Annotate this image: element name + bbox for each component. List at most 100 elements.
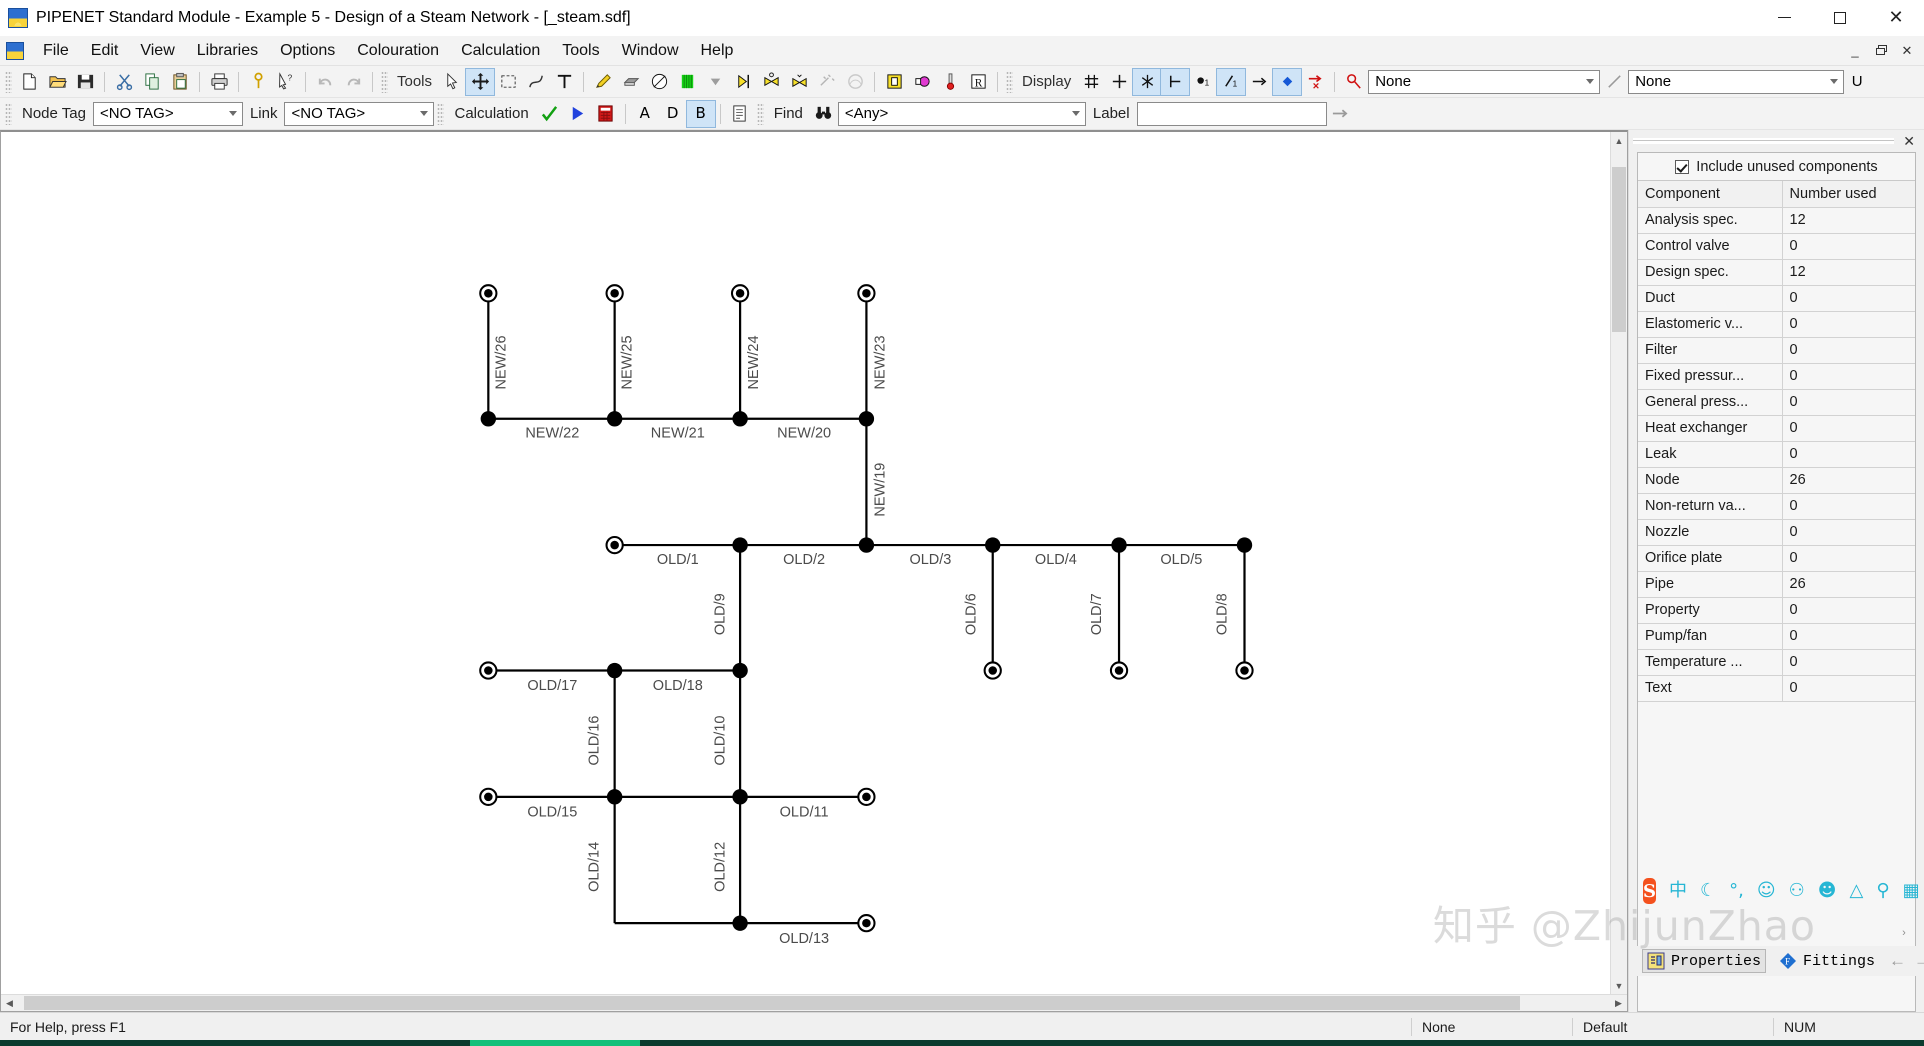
terminal-node[interactable] bbox=[605, 284, 624, 303]
mdi-restore-button[interactable] bbox=[1868, 40, 1894, 62]
table-row[interactable]: Fixed pressur... 0 bbox=[1638, 363, 1915, 390]
mode-a-button[interactable]: A bbox=[631, 101, 659, 127]
orifice-plate-icon[interactable] bbox=[841, 69, 869, 95]
pipe-label[interactable]: NEW/26 bbox=[493, 335, 509, 389]
table-row[interactable]: Property 0 bbox=[1638, 597, 1915, 624]
display-group-grip[interactable] bbox=[1006, 70, 1014, 93]
print-icon[interactable] bbox=[205, 69, 233, 95]
vertical-scroll-track[interactable] bbox=[1611, 149, 1627, 977]
apps-grid-icon[interactable]: ▦ bbox=[1903, 882, 1920, 900]
terminal-node[interactable] bbox=[1109, 661, 1129, 680]
terminal-node[interactable] bbox=[605, 535, 624, 555]
terminal-node[interactable] bbox=[983, 661, 1002, 680]
table-row[interactable]: General press... 0 bbox=[1638, 389, 1915, 416]
menu-item-tools[interactable]: Tools bbox=[551, 39, 610, 63]
marquee-select-icon[interactable] bbox=[494, 69, 522, 95]
node-tag-group-grip[interactable] bbox=[5, 102, 12, 125]
link-select[interactable]: <NO TAG> bbox=[284, 101, 435, 126]
heat-exchanger-icon[interactable] bbox=[673, 69, 701, 95]
menu-item-file[interactable]: File bbox=[32, 39, 80, 63]
chinese-mode-icon[interactable]: 中 bbox=[1669, 882, 1687, 900]
menu-item-libraries[interactable]: Libraries bbox=[186, 39, 269, 63]
move-cross-icon[interactable] bbox=[465, 67, 496, 96]
pipe-label[interactable]: OLD/16 bbox=[586, 716, 602, 766]
tab-fittings[interactable]: F Fittings bbox=[1775, 950, 1879, 972]
minimize-button[interactable] bbox=[1756, 0, 1812, 36]
save-disk-icon[interactable] bbox=[71, 69, 99, 95]
table-row[interactable]: Text 0 bbox=[1638, 675, 1915, 702]
maximize-button[interactable] bbox=[1812, 0, 1868, 36]
horizontal-scroll-track[interactable] bbox=[18, 995, 1610, 1011]
line-colouration-select[interactable]: None bbox=[1628, 69, 1845, 94]
pipe-label[interactable]: OLD/13 bbox=[779, 931, 829, 947]
table-row[interactable]: Design spec. 12 bbox=[1638, 259, 1915, 286]
check-mark-icon[interactable] bbox=[536, 101, 564, 127]
pipe-number-icon[interactable]: 1 bbox=[1216, 67, 1247, 96]
label-input[interactable] bbox=[1136, 101, 1327, 126]
colouration-select[interactable]: None bbox=[1368, 69, 1601, 94]
table-row[interactable]: Filter 0 bbox=[1638, 337, 1915, 364]
new-document-icon[interactable] bbox=[15, 69, 43, 95]
non-return-valve-icon[interactable] bbox=[729, 69, 757, 95]
calculation-group-grip[interactable] bbox=[437, 102, 445, 125]
mode-d-button[interactable]: D bbox=[659, 101, 687, 127]
table-row[interactable]: Non-return va... 0 bbox=[1638, 493, 1915, 520]
dock-scroll-hint[interactable]: › bbox=[1892, 926, 1916, 940]
column-header-component[interactable]: Component bbox=[1638, 181, 1783, 208]
control-valve-icon[interactable] bbox=[757, 69, 785, 95]
copy-icon[interactable] bbox=[138, 69, 166, 95]
menu-item-calculation[interactable]: Calculation bbox=[450, 39, 551, 63]
blue-diamond-icon[interactable] bbox=[1272, 67, 1303, 96]
node-tag-select[interactable]: <NO TAG> bbox=[92, 101, 243, 126]
tools-group-grip[interactable] bbox=[381, 70, 388, 93]
pipe-label[interactable]: OLD/6 bbox=[964, 593, 980, 635]
pipe-label[interactable]: OLD/5 bbox=[1160, 552, 1202, 568]
pipe-label[interactable]: NEW/19 bbox=[872, 463, 888, 517]
snap-icon[interactable] bbox=[1132, 67, 1163, 96]
polyline-icon[interactable] bbox=[522, 69, 550, 95]
underline-button[interactable]: U bbox=[1844, 73, 1870, 90]
scroll-down-arrow-icon[interactable]: ▼ bbox=[1611, 977, 1627, 994]
pipe-pencil-icon[interactable] bbox=[589, 69, 617, 95]
pipe-label[interactable]: OLD/8 bbox=[1215, 593, 1231, 635]
pipe-label[interactable]: OLD/12 bbox=[713, 842, 729, 892]
mode-b-button[interactable]: B bbox=[685, 99, 716, 128]
dock-drag-grip[interactable] bbox=[1633, 138, 1895, 144]
grid-icon[interactable] bbox=[1077, 69, 1105, 95]
table-row[interactable]: Duct 0 bbox=[1638, 285, 1915, 312]
pipe-label[interactable]: OLD/7 bbox=[1089, 593, 1105, 635]
table-row[interactable]: Temperature ... 0 bbox=[1638, 649, 1915, 676]
junction-node[interactable] bbox=[985, 537, 1001, 553]
pipe-label[interactable]: NEW/22 bbox=[525, 426, 579, 442]
junction-node[interactable] bbox=[480, 411, 497, 427]
nozzle-icon[interactable] bbox=[813, 69, 841, 95]
pipe-label[interactable]: NEW/25 bbox=[620, 335, 636, 389]
pipe-label[interactable]: OLD/2 bbox=[783, 552, 825, 568]
terminal-node[interactable] bbox=[479, 661, 498, 680]
undo-arrow-icon[interactable] bbox=[311, 69, 339, 95]
table-row[interactable]: Elastomeric v... 0 bbox=[1638, 311, 1915, 338]
menu-item-help[interactable]: Help bbox=[690, 39, 745, 63]
scroll-left-arrow-icon[interactable]: ◀ bbox=[1, 995, 18, 1011]
junction-node[interactable] bbox=[732, 411, 748, 427]
pipe-label[interactable]: OLD/18 bbox=[653, 678, 703, 694]
pipe-label[interactable]: NEW/21 bbox=[651, 426, 705, 442]
flow-arrow-icon[interactable] bbox=[1245, 69, 1273, 95]
pipe-label[interactable]: NEW/24 bbox=[746, 335, 762, 389]
pipe-label[interactable]: OLD/3 bbox=[909, 552, 951, 568]
junction-node[interactable] bbox=[732, 789, 748, 805]
text-tool-icon[interactable] bbox=[550, 69, 578, 95]
report-icon[interactable]: R bbox=[964, 69, 992, 95]
menu-item-colouration[interactable]: Colouration bbox=[346, 39, 450, 63]
table-row[interactable]: Control valve 0 bbox=[1638, 233, 1915, 260]
table-row[interactable]: Node 26 bbox=[1638, 467, 1915, 494]
junction-node[interactable] bbox=[606, 789, 623, 805]
menu-item-options[interactable]: Options bbox=[269, 39, 346, 63]
slash-line-icon[interactable] bbox=[1600, 69, 1628, 95]
menu-item-window[interactable]: Window bbox=[611, 39, 690, 63]
terminal-node[interactable] bbox=[730, 284, 750, 303]
mdi-close-button[interactable]: ✕ bbox=[1894, 40, 1920, 62]
column-header-number-used[interactable]: Number used bbox=[1782, 181, 1915, 208]
node-number-icon[interactable]: 1 bbox=[1189, 69, 1217, 95]
open-folder-icon[interactable] bbox=[43, 69, 71, 95]
